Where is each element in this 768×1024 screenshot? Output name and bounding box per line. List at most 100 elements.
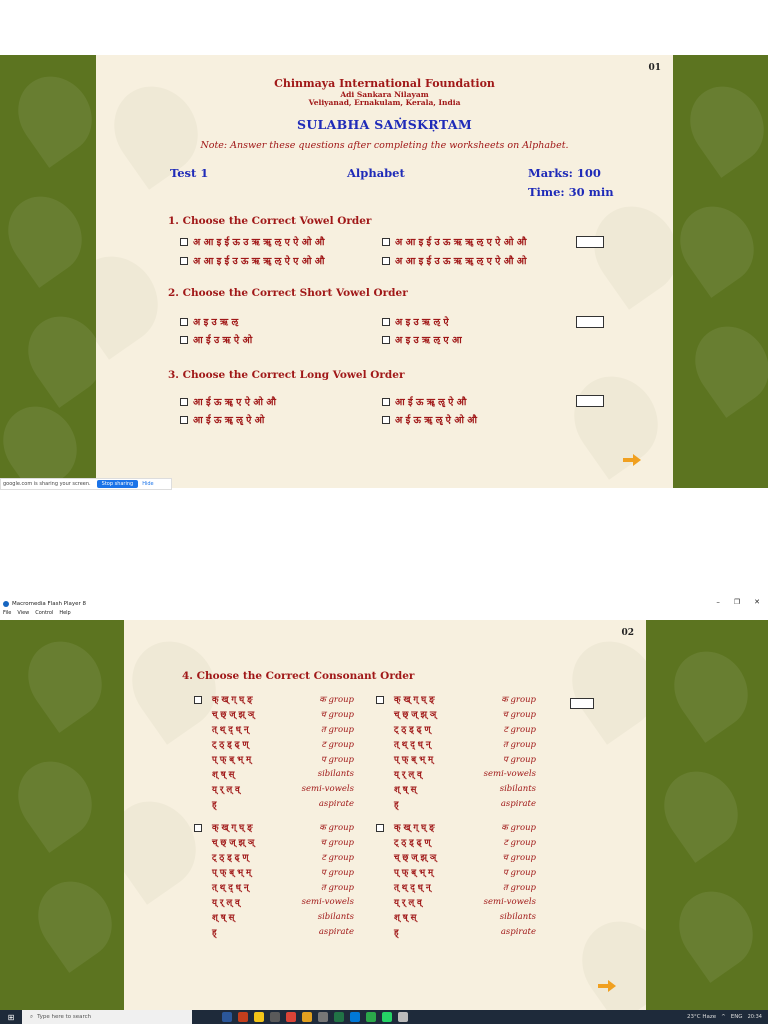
file-explorer-icon[interactable] (254, 1012, 264, 1022)
test-label: Test 1 (170, 166, 209, 180)
consonant-row: प् फ् ब् भ् म् प group (394, 867, 536, 881)
menu-file[interactable]: File (3, 610, 11, 619)
consonant-row: य् र् ल् व् semi-vowels (212, 784, 354, 798)
consonant-group-label: क group (319, 695, 354, 705)
q1-option-b[interactable]: अ आ इ ई उ ऊ ऋ ॠ ऌ ए ऐ ओ औ (382, 235, 526, 248)
chrome-icon[interactable] (286, 1012, 296, 1022)
menu-bar: File View Control Help (0, 610, 71, 619)
tray-chevron-icon[interactable]: ^ (721, 1014, 726, 1020)
q2-option-c[interactable]: आ ई उ ऋ ऐ ओ (180, 333, 252, 346)
hide-button[interactable]: Hide (142, 481, 153, 487)
consonant-letters: ह् (212, 800, 217, 810)
consonant-row: य् र् ल् व् semi-vowels (394, 897, 536, 911)
checkbox[interactable] (382, 237, 390, 246)
consonant-group-label: sibilants (317, 912, 354, 922)
vlc-icon[interactable] (302, 1012, 312, 1022)
consonant-row: ह् aspirate (212, 799, 354, 813)
close-button[interactable]: ✕ (754, 598, 760, 606)
flash-player-icon[interactable] (398, 1012, 408, 1022)
window-title: Macromedia Flash Player 8 (12, 601, 87, 607)
q1-answer-box[interactable] (576, 236, 604, 248)
checkbox[interactable] (180, 317, 188, 326)
q3-option-b[interactable]: आ ई ऊ ॠ ॡ ऐ औ (382, 395, 466, 408)
checkbox[interactable] (194, 696, 202, 704)
q4-answer-box[interactable] (570, 698, 594, 709)
q1-option-d[interactable]: अ आ इ ई उ ऊ ऋ ॠ ऌ ए ऐ औ ओ (382, 254, 526, 267)
q4-option-c[interactable]: क् ख् ग् घ् ङ् क group च् छ् ज् झ् ञ् च gro… (194, 822, 354, 940)
checkbox[interactable] (382, 335, 390, 344)
checkbox[interactable] (382, 397, 390, 406)
q3-option-c[interactable]: आ ई ऊ ॠ ॡ ऐ ओ (180, 413, 264, 426)
consonant-row: ट् ठ् ड् ढ् ण् ट group (394, 837, 536, 851)
checkbox[interactable] (382, 256, 390, 265)
stop-sharing-button[interactable]: Stop sharing (96, 480, 139, 488)
right-leaf-border (672, 55, 768, 488)
language-indicator[interactable]: ENG (731, 1014, 743, 1020)
q2-option-d[interactable]: अ इ उ ऋ ऌ ए आ (382, 333, 462, 346)
app-icon[interactable] (270, 1012, 280, 1022)
excel-icon[interactable] (334, 1012, 344, 1022)
q4-option-b[interactable]: क् ख् ग् घ् ङ् क group च् छ् ज् झ् ञ् च gro… (376, 694, 536, 812)
consonant-letters: च् छ् ज् झ् ञ् (212, 838, 255, 848)
checkbox[interactable] (194, 824, 202, 832)
minimize-button[interactable]: – (716, 598, 720, 606)
q1-option-a[interactable]: अ आ इ ई ऊ उ ऋ ॠ ऌ ए ऐ ओ औ (180, 235, 324, 248)
consonant-group-label: ट group (503, 838, 536, 848)
menu-help[interactable]: Help (59, 610, 70, 619)
q4-option-a[interactable]: क् ख् ग् घ् ङ् क group च् छ् ज् झ् ञ् च gro… (194, 694, 354, 812)
chrome-alt-icon[interactable] (366, 1012, 376, 1022)
consonant-letters: प् फ् ब् भ् म् (394, 755, 434, 765)
powerpoint-icon[interactable] (238, 1012, 248, 1022)
menu-view[interactable]: View (17, 610, 29, 619)
checkbox[interactable] (376, 696, 384, 704)
next-arrow-icon[interactable] (623, 454, 641, 466)
word-icon[interactable] (222, 1012, 232, 1022)
checkbox[interactable] (180, 415, 188, 424)
checkbox[interactable] (180, 256, 188, 265)
q4-option-d[interactable]: क् ख् ग् घ् ङ् क group ट् ठ् ड् ढ् ण् ट gro… (376, 822, 536, 940)
q2-answer-box[interactable] (576, 316, 604, 328)
q3-answer-box[interactable] (576, 395, 604, 407)
q3-option-d[interactable]: अ ई ऊ ॠ ॡ ऐ ओ औ (382, 413, 477, 426)
windows-start-icon[interactable]: ⊞ (0, 1010, 22, 1024)
checkbox[interactable] (382, 415, 390, 424)
weather-text[interactable]: 23°C Haze (687, 1014, 716, 1020)
consonant-row: ट् ठ् ड् ढ् ण् ट group (212, 739, 354, 753)
consonant-row: य् र् ल् व् semi-vowels (394, 769, 536, 783)
consonant-group-label: त group (320, 883, 354, 893)
checkbox[interactable] (180, 335, 188, 344)
consonant-letters: ट् ठ् ड् ढ् ण् (394, 838, 431, 848)
consonant-group-label: त group (502, 883, 536, 893)
consonant-group-label: aspirate (318, 799, 354, 809)
checkbox[interactable] (376, 824, 384, 832)
app-icon[interactable] (318, 1012, 328, 1022)
right-leaf-border (646, 620, 768, 1010)
consonant-row: प् फ् ब् भ् म् प group (394, 754, 536, 768)
consonant-group-label: semi-vowels (483, 897, 536, 907)
question-1-title: 1. Choose the Correct Vowel Order (168, 215, 372, 227)
q3-option-a[interactable]: आ ई ऊ ॠ ए ऐ ओ औ (180, 395, 276, 408)
maximize-button[interactable]: ❐ (734, 598, 740, 606)
menu-control[interactable]: Control (35, 610, 53, 619)
system-tray: 23°C Haze ^ ENG 20:34 (687, 1010, 762, 1024)
consonant-letters: श् ष् स् (394, 913, 417, 923)
checkbox[interactable] (180, 237, 188, 246)
consonant-row: श् ष् स् sibilants (212, 912, 354, 926)
page-number-2: 02 (621, 628, 634, 638)
consonant-row: प् फ् ब् भ् म् प group (212, 754, 354, 768)
q1-option-c[interactable]: अ आ इ ई उ ऊ ऋ ॠ ऌ ऐ ए ओ औ (180, 254, 324, 267)
consonant-letters: ट् ठ् ड् ढ् ण् (394, 725, 431, 735)
whatsapp-icon[interactable] (382, 1012, 392, 1022)
next-arrow-icon[interactable] (598, 980, 616, 992)
consonant-letters: श् ष् स् (394, 785, 417, 795)
taskbar-search[interactable]: ⌕ Type here to search (22, 1010, 192, 1024)
checkbox[interactable] (180, 397, 188, 406)
consonant-row: त् थ् द् ध् न् त group (394, 882, 536, 896)
consonant-row: त् थ् द् ध् न् त group (212, 882, 354, 896)
q2-option-a[interactable]: अ इ उ ऋ ऌ (180, 315, 238, 328)
clock[interactable]: 20:34 (748, 1014, 762, 1020)
edge-icon[interactable] (350, 1012, 360, 1022)
question-2-title: 2. Choose the Correct Short Vowel Order (168, 287, 408, 299)
q2-option-b[interactable]: अ इ उ ऋ ऌ ऐ (382, 315, 449, 328)
checkbox[interactable] (382, 317, 390, 326)
